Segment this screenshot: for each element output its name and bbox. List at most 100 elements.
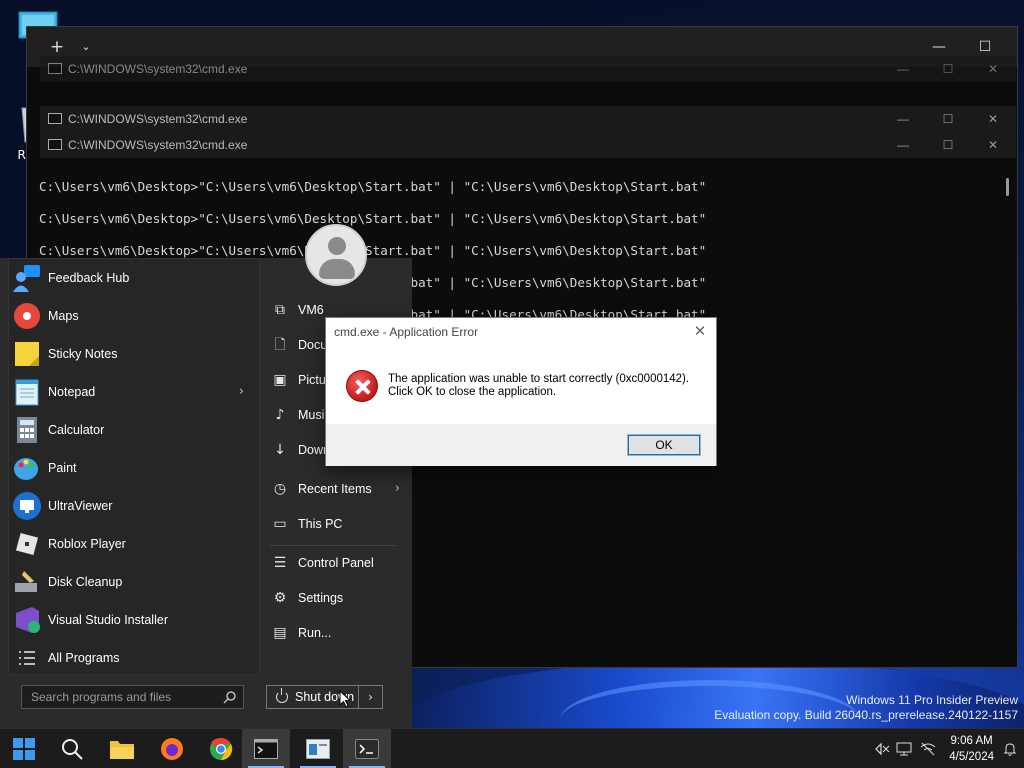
minimize-button[interactable]: —	[888, 106, 918, 132]
taskbar-window-app[interactable]	[294, 729, 342, 768]
minimize-button[interactable]: —	[888, 132, 918, 158]
display-icon[interactable]	[896, 741, 912, 757]
start-app-roblox-player[interactable]: Roblox Player	[6, 525, 252, 563]
start-app-maps[interactable]: Maps	[6, 297, 252, 335]
user-avatar[interactable]	[305, 224, 367, 286]
cmd-window-title: C:\WINDOWS\system32\cmd.exe	[68, 112, 248, 126]
start-button[interactable]	[0, 729, 48, 768]
dialog-message-line: The application was unable to start corr…	[388, 373, 690, 385]
cmd-window-title: C:\WINDOWS\system32\cmd.exe	[68, 62, 248, 76]
system-clock[interactable]: 9:06 AM 4/5/2024	[949, 733, 994, 765]
tab-dropdown-button[interactable]: ⌄	[77, 38, 95, 56]
paint-icon	[14, 458, 38, 480]
taskbar-chrome[interactable]	[197, 729, 245, 768]
start-app-disk-cleanup[interactable]: Disk Cleanup	[6, 563, 252, 601]
app-label: Notepad	[48, 385, 96, 399]
dialog-message-line: Click OK to close the application.	[388, 386, 557, 398]
disk-cleanup-icon	[15, 571, 37, 592]
maximize-button[interactable]: ☐	[933, 56, 963, 82]
maximize-button[interactable]: ☐	[933, 132, 963, 158]
cmd-window-titlebar[interactable]: C:\WINDOWS\system32\cmd.exe — ☐ ✕	[40, 106, 1016, 132]
taskbar-terminal[interactable]	[343, 729, 391, 768]
shut-down-button[interactable]: Shut down ›	[266, 685, 383, 709]
computer-icon: ▭	[273, 516, 287, 532]
roblox-icon	[15, 532, 39, 556]
start-app-sticky-notes[interactable]: Sticky Notes	[6, 335, 252, 373]
maximize-button[interactable]: ☐	[933, 106, 963, 132]
all-programs-icon	[19, 651, 35, 665]
start-search-input[interactable]: Search programs and files	[21, 685, 244, 709]
shut-down-options-button[interactable]: ›	[358, 686, 382, 708]
new-tab-button[interactable]: +	[47, 37, 67, 57]
terminal-icon	[355, 739, 379, 759]
chevron-right-icon[interactable]: ›	[395, 472, 400, 506]
taskbar-cmd[interactable]	[242, 729, 290, 768]
dialog-close-button[interactable]: ✕	[690, 318, 710, 346]
avatar-body	[319, 259, 355, 279]
file-explorer-icon	[110, 741, 134, 759]
application-error-dialog[interactable]: cmd.exe - Application Error ✕ The applic…	[325, 317, 717, 466]
chevron-right-icon[interactable]: ›	[239, 373, 244, 411]
visual-studio-installer-icon	[16, 607, 40, 633]
start-app-ultraviewer[interactable]: UltraViewer	[6, 487, 252, 525]
network-disabled-icon[interactable]	[874, 741, 890, 757]
start-place-recent-items[interactable]: ◷ Recent Items ›	[270, 472, 406, 506]
app-label: Roblox Player	[48, 537, 126, 551]
cmd-window-titlebar[interactable]: C:\WINDOWS\system32\cmd.exe — ☐ ✕	[40, 56, 1016, 82]
start-place-settings[interactable]: ⚙ Settings	[270, 581, 406, 615]
downloads-icon: ↓	[274, 442, 286, 458]
place-label: Run...	[298, 626, 332, 640]
place-label: Pictu	[298, 373, 326, 387]
start-app-notepad[interactable]: Notepad ›	[6, 373, 252, 411]
calculator-icon	[17, 417, 37, 443]
app-label: Maps	[48, 309, 79, 323]
notification-bell-icon[interactable]	[1002, 741, 1018, 757]
dialog-body: The application was unable to start corr…	[326, 346, 716, 424]
music-icon: ♪	[275, 407, 285, 423]
dialog-titlebar: cmd.exe - Application Error ✕	[326, 318, 716, 346]
start-app-feedback-hub[interactable]: Feedback Hub	[6, 259, 252, 297]
control-panel-icon: ☰	[273, 555, 287, 571]
taskbar-search-button[interactable]	[48, 729, 96, 768]
ok-button[interactable]: OK	[627, 434, 701, 456]
ultraviewer-icon	[13, 492, 41, 520]
place-label: VM6	[298, 303, 324, 317]
watermark-build: Evaluation copy. Build 26040.rs_prerelea…	[714, 708, 1018, 722]
start-place-run[interactable]: ▤ Run...	[270, 616, 406, 650]
chrome-icon	[210, 737, 233, 761]
start-place-control-panel[interactable]: ☰ Control Panel	[270, 546, 406, 580]
place-label: Musi	[298, 408, 325, 422]
cmd-window-titlebar[interactable]: C:\WINDOWS\system32\cmd.exe — ☐ ✕	[40, 132, 1016, 158]
power-icon	[276, 688, 288, 703]
start-app-calculator[interactable]: Calculator	[6, 411, 252, 449]
start-all-programs[interactable]: All Programs	[6, 639, 252, 677]
start-app-paint[interactable]: Paint	[6, 449, 252, 487]
start-app-visual-studio-installer[interactable]: Visual Studio Installer	[6, 601, 252, 639]
run-icon: ▤	[273, 625, 287, 641]
maps-icon	[14, 303, 40, 329]
close-button[interactable]: ✕	[978, 56, 1008, 82]
cmd-icon	[48, 113, 62, 125]
gear-icon: ⚙	[273, 590, 287, 606]
watermark-edition: Windows 11 Pro Insider Preview	[846, 693, 1018, 707]
feedback-hub-icon	[13, 265, 40, 292]
close-button[interactable]: ✕	[978, 106, 1008, 132]
minimize-button[interactable]: —	[888, 56, 918, 82]
start-icon	[13, 738, 35, 760]
place-label: Docu	[298, 338, 328, 352]
place-label: Control Panel	[298, 556, 374, 570]
taskbar-firefox[interactable]	[148, 729, 196, 768]
notepad-icon	[15, 379, 39, 406]
console-scrollbar-thumb[interactable]	[1006, 178, 1009, 196]
dialog-message: The application was unable to start corr…	[388, 373, 689, 399]
start-place-this-pc[interactable]: ▭ This PC	[270, 507, 406, 541]
app-label: Feedback Hub	[48, 271, 130, 285]
clock-date: 4/5/2024	[949, 751, 994, 763]
search-icon	[223, 691, 236, 704]
mouse-cursor-icon	[339, 690, 351, 708]
wifi-off-icon[interactable]	[920, 741, 936, 757]
pictures-icon: ▣	[273, 372, 287, 388]
close-button[interactable]: ✕	[978, 132, 1008, 158]
taskbar-file-explorer[interactable]	[98, 729, 146, 768]
sticky-notes-icon	[15, 342, 39, 366]
